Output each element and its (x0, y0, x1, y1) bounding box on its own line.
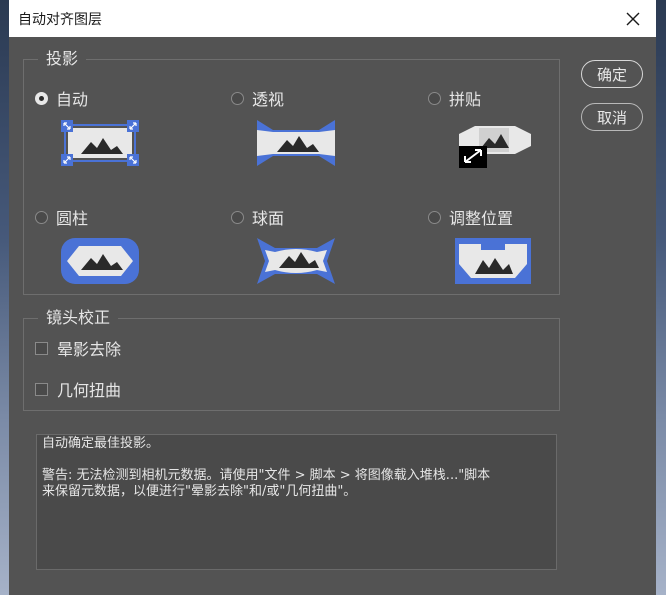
radio-spherical-button[interactable] (231, 210, 244, 224)
projection-legend: 投影 (38, 49, 87, 69)
info-line-3: 来保留元数据，以便进行"晕影去除"和/或"几何扭曲"。 (42, 484, 357, 499)
auto-projection-icon (61, 120, 139, 166)
spherical-projection-icon (257, 238, 335, 284)
radio-perspective-button[interactable] (231, 91, 244, 105)
title-bar: 自动对齐图层 (9, 0, 656, 37)
radio-auto-button[interactable] (35, 91, 48, 105)
radio-collage-label: 拼贴 (449, 90, 482, 109)
ok-button[interactable]: 确定 (581, 60, 643, 88)
radio-auto[interactable]: 自动 (35, 86, 88, 110)
collage-projection-icon (459, 126, 531, 168)
vignette-removal-option[interactable]: 晕影去除 (35, 336, 121, 360)
cancel-button[interactable]: 取消 (581, 103, 643, 131)
info-line-1: 自动确定最佳投影。 (42, 436, 160, 451)
radio-spherical-label: 球面 (252, 209, 285, 228)
radio-perspective-label: 透视 (252, 90, 285, 109)
geometric-distortion-label: 几何扭曲 (57, 381, 122, 400)
cylindrical-projection-icon (61, 238, 139, 284)
geometric-distortion-checkbox[interactable] (35, 382, 48, 396)
radio-cylindrical[interactable]: 圆柱 (35, 205, 88, 229)
radio-spherical[interactable]: 球面 (231, 205, 284, 229)
close-button[interactable] (610, 0, 656, 37)
radio-reposition-button[interactable] (428, 210, 441, 224)
geometric-distortion-option[interactable]: 几何扭曲 (35, 377, 121, 401)
vignette-removal-checkbox[interactable] (35, 341, 48, 355)
auto-align-layers-dialog: 自动对齐图层 投影 自动 透视 拼贴 圆柱 球面 调整位置 镜头校正 晕影去除 … (9, 0, 656, 595)
close-icon (626, 12, 640, 25)
radio-collage[interactable]: 拼贴 (428, 86, 481, 110)
radio-collage-button[interactable] (428, 91, 441, 105)
radio-cylindrical-button[interactable] (35, 210, 48, 224)
radio-reposition-label: 调整位置 (449, 209, 514, 228)
lens-correction-legend: 镜头校正 (38, 308, 119, 328)
perspective-projection-icon (257, 120, 335, 166)
info-text-area: 自动确定最佳投影。 警告: 无法检测到相机元数据。请使用"文件 > 脚本 > 将… (36, 434, 557, 570)
vignette-removal-label: 晕影去除 (57, 340, 122, 359)
radio-reposition[interactable]: 调整位置 (428, 205, 513, 229)
radio-perspective[interactable]: 透视 (231, 86, 284, 110)
info-line-2: 警告: 无法检测到相机元数据。请使用"文件 > 脚本 > 将图像载入堆栈..."… (42, 468, 491, 483)
reposition-projection-icon (455, 238, 531, 284)
radio-auto-label: 自动 (56, 90, 89, 109)
radio-cylindrical-label: 圆柱 (56, 209, 89, 228)
dialog-title: 自动对齐图层 (18, 12, 102, 28)
